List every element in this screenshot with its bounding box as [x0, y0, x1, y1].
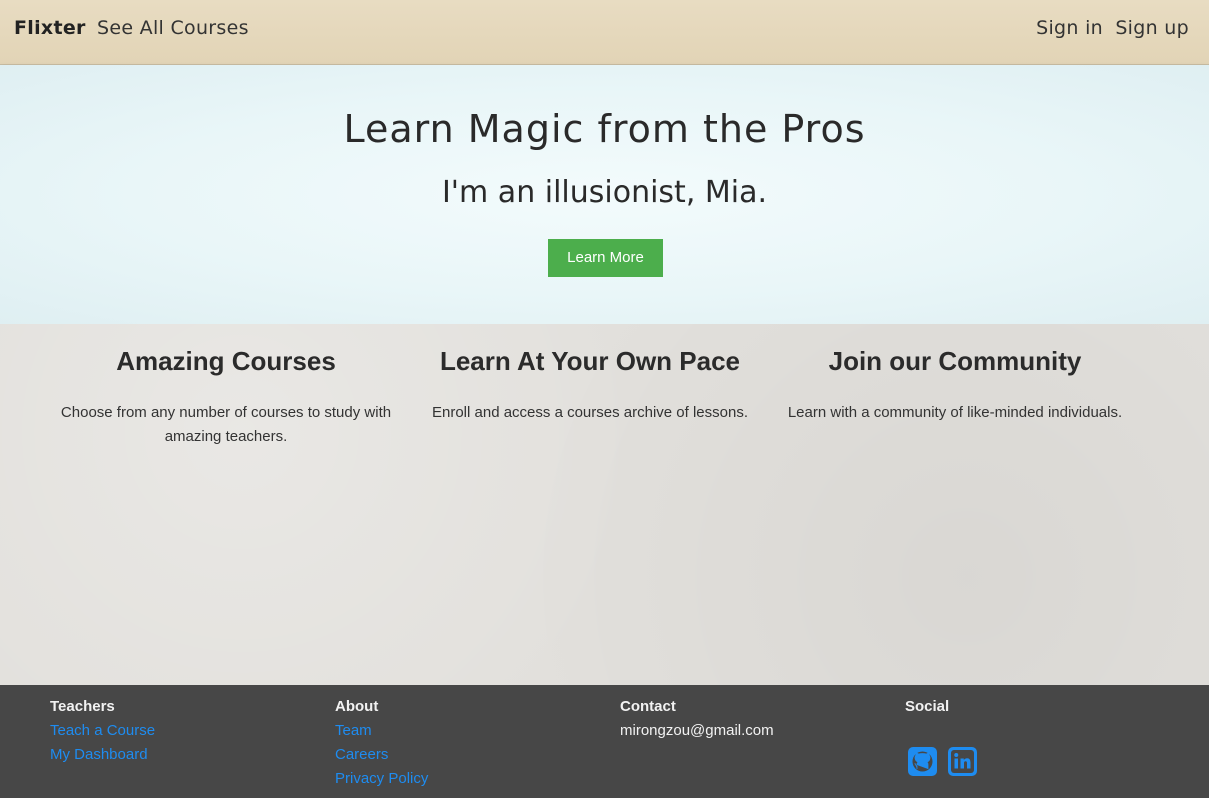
- feature-text: Learn with a community of like-minded in…: [787, 404, 1123, 421]
- feature-text: Choose from any number of courses to stu…: [60, 404, 392, 445]
- social-icons: [908, 747, 977, 776]
- contact-email: mirongzou@gmail.com: [620, 722, 774, 739]
- sign-in-link[interactable]: Sign in: [1036, 17, 1103, 39]
- teach-a-course-link[interactable]: Teach a Course: [50, 719, 155, 743]
- feature-amazing-courses: Amazing Courses Choose from any number o…: [56, 346, 396, 449]
- footer-about-column: About Team Careers Privacy Policy: [335, 695, 428, 791]
- feature-community: Join our Community Learn with a communit…: [785, 346, 1125, 425]
- footer: Teachers Teach a Course My Dashboard Abo…: [0, 685, 1209, 798]
- careers-link[interactable]: Careers: [335, 743, 428, 767]
- feature-text: Enroll and access a courses archive of l…: [432, 404, 748, 421]
- footer-heading-teachers: Teachers: [50, 698, 115, 715]
- footer-heading-social: Social: [905, 698, 950, 715]
- feature-title: Join our Community: [828, 346, 1082, 376]
- footer-heading-contact: Contact: [620, 698, 676, 715]
- learn-more-button[interactable]: Learn More: [548, 239, 663, 277]
- github-icon[interactable]: [908, 747, 937, 776]
- hero-title: Learn Magic from the Pros: [343, 107, 866, 151]
- hero-section: Learn Magic from the Pros I'm an illusio…: [0, 65, 1209, 324]
- hero-subtitle: I'm an illusionist, Mia.: [441, 175, 768, 210]
- navbar: Flixter See All Courses Sign in Sign up: [0, 0, 1209, 65]
- footer-heading-about: About: [335, 698, 379, 715]
- sign-up-link[interactable]: Sign up: [1115, 17, 1189, 39]
- feature-title: Learn At Your Own Pace: [439, 346, 741, 376]
- footer-contact-column: Contact mirongzou@gmail.com: [620, 695, 774, 743]
- brand-link[interactable]: Flixter: [14, 17, 86, 39]
- feature-title: Amazing Courses: [116, 346, 336, 376]
- my-dashboard-link[interactable]: My Dashboard: [50, 743, 155, 767]
- footer-teachers-column: Teachers Teach a Course My Dashboard: [50, 695, 155, 767]
- feature-own-pace: Learn At Your Own Pace Enroll and access…: [420, 346, 760, 425]
- see-all-courses-link[interactable]: See All Courses: [97, 17, 249, 39]
- privacy-policy-link[interactable]: Privacy Policy: [335, 767, 428, 791]
- footer-social-column: Social: [905, 695, 949, 719]
- team-link[interactable]: Team: [335, 719, 428, 743]
- linkedin-icon[interactable]: [948, 747, 977, 776]
- features-section: Amazing Courses Choose from any number o…: [0, 324, 1209, 685]
